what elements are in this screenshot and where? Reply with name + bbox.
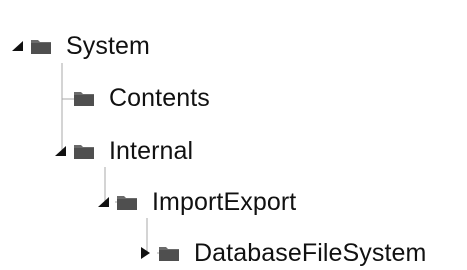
tree-node-contents[interactable]: Contents bbox=[51, 81, 210, 115]
tree-node-label: Internal bbox=[109, 137, 194, 165]
tree-node-system[interactable]: System bbox=[8, 29, 150, 63]
folder-icon bbox=[158, 243, 180, 263]
folder-icon bbox=[73, 88, 95, 108]
folder-icon bbox=[30, 36, 52, 56]
collapsed-triangle-icon[interactable] bbox=[136, 244, 154, 262]
tree-node-label: ImportExport bbox=[152, 188, 297, 216]
tree-node-label: Contents bbox=[109, 84, 210, 112]
tree-node-databasefilesystem[interactable]: DatabaseFileSystem bbox=[136, 236, 426, 270]
expanded-triangle-icon[interactable] bbox=[94, 193, 112, 211]
folder-tree: System Contents Internal ImportExport Da… bbox=[0, 0, 467, 267]
tree-node-importexport[interactable]: ImportExport bbox=[94, 185, 296, 219]
tree-node-label: DatabaseFileSystem bbox=[194, 239, 427, 267]
expanded-triangle-icon[interactable] bbox=[8, 37, 26, 55]
folder-icon bbox=[116, 192, 138, 212]
expanded-triangle-icon[interactable] bbox=[51, 142, 69, 160]
tree-node-label: System bbox=[66, 32, 150, 60]
folder-icon bbox=[73, 141, 95, 161]
tree-node-internal[interactable]: Internal bbox=[51, 134, 193, 168]
